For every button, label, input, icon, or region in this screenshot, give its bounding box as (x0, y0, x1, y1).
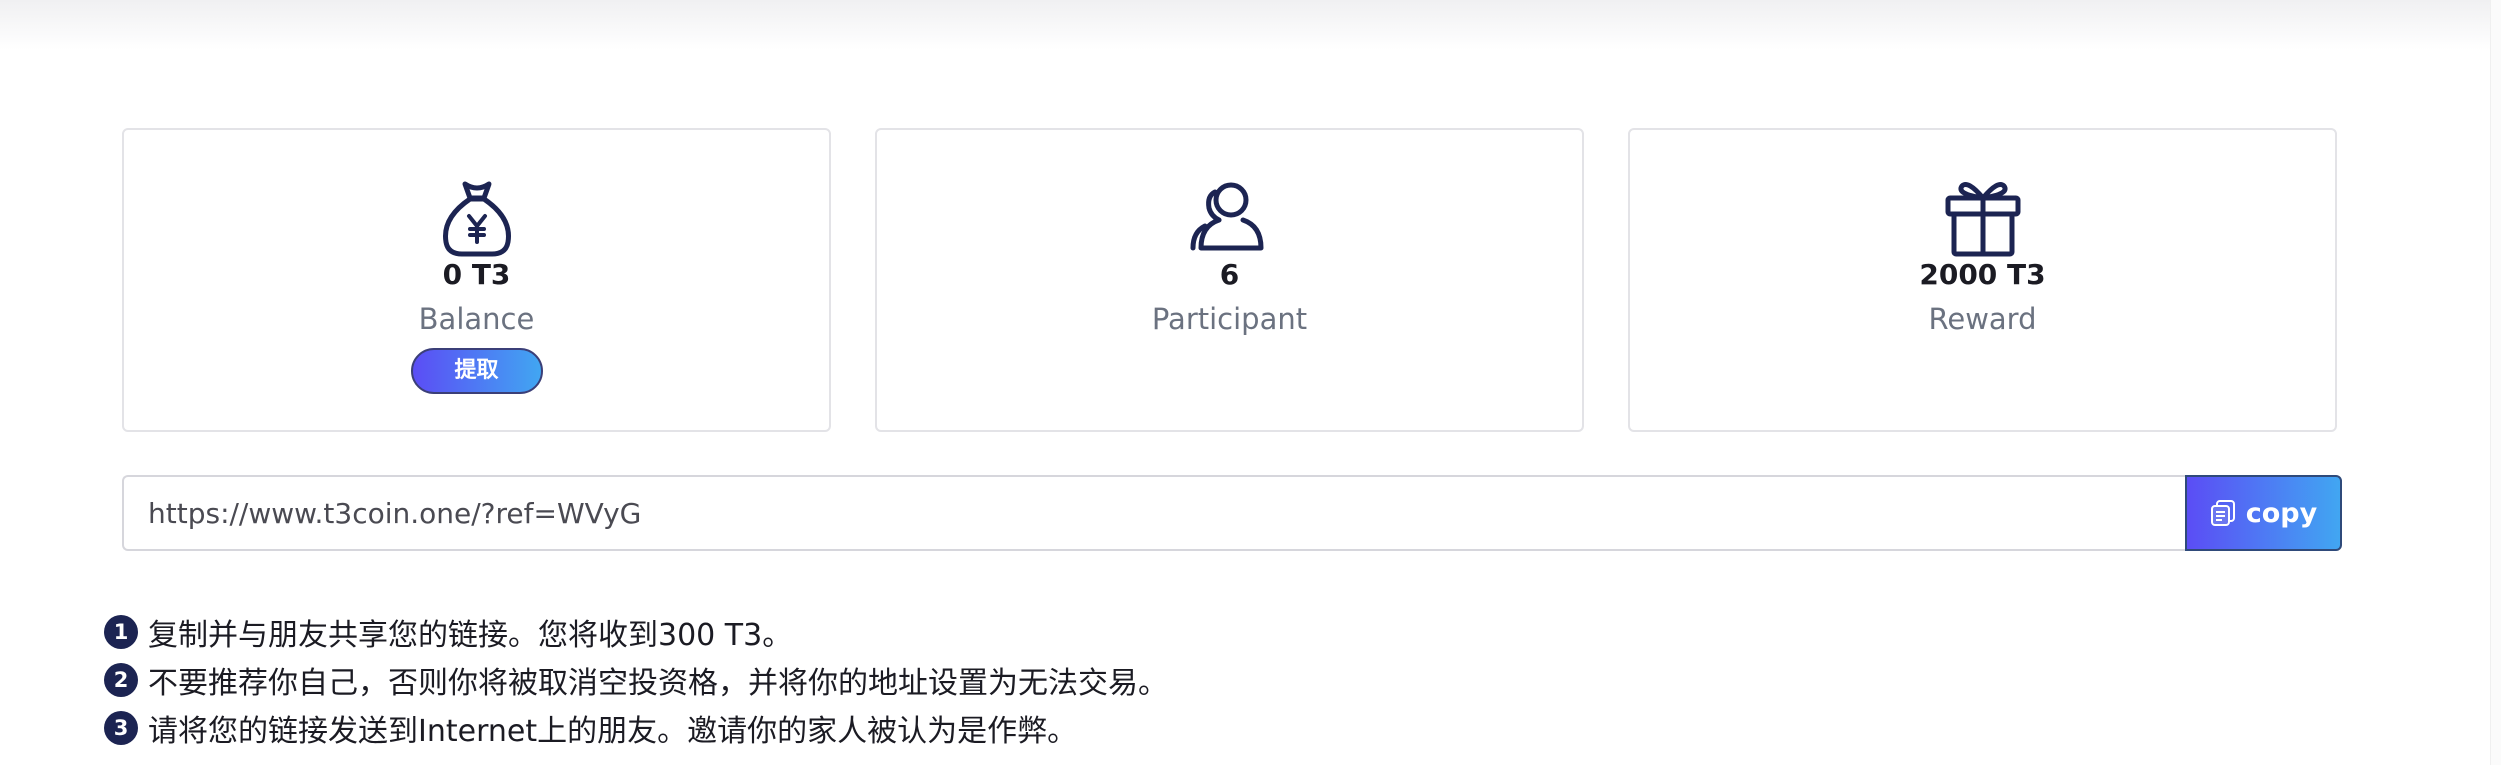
reward-card: 2000 T3 Reward (1628, 128, 2337, 432)
rule-number-badge: 2 (104, 663, 138, 697)
stats-cards: 0 T3 Balance 提取 6 Participant 2000 T3 Re… (122, 128, 2342, 434)
balance-value: 0 T3 (442, 258, 511, 291)
rule-text: 不要推荐你自己，否则你将被取消空投资格，并将你的地址设置为无法交易。 (148, 666, 1168, 701)
money-bag-yen-icon (432, 170, 522, 260)
rule-item: 2 不要推荐你自己，否则你将被取消空投资格，并将你的地址设置为无法交易。 (104, 656, 1168, 704)
balance-label: Balance (418, 302, 535, 336)
participant-label: Participant (1151, 302, 1308, 336)
rule-item: 3 请将您的链接发送到Internet上的朋友。邀请你的家人被认为是作弊。 (104, 704, 1168, 752)
balance-card: 0 T3 Balance 提取 (122, 128, 831, 432)
rule-text: 请将您的链接发送到Internet上的朋友。邀请你的家人被认为是作弊。 (148, 714, 1078, 749)
copy-label: copy (2245, 497, 2318, 529)
rule-text: 复制并与朋友共享您的链接。您将收到300 T3。 (148, 618, 793, 653)
reward-value: 2000 T3 (1919, 258, 2046, 291)
copy-button[interactable]: copy (2185, 475, 2342, 551)
reward-label: Reward (1928, 302, 2037, 336)
referral-rules: 1 复制并与朋友共享您的链接。您将收到300 T3。 2 不要推荐你自己，否则你… (104, 608, 1168, 752)
rule-number-badge: 1 (104, 615, 138, 649)
top-header-shadow (0, 0, 2501, 50)
withdraw-button[interactable]: 提取 (410, 348, 543, 394)
rule-item: 1 复制并与朋友共享您的链接。您将收到300 T3。 (104, 608, 1168, 656)
gift-icon (1938, 170, 2028, 260)
referral-link-input[interactable] (122, 475, 2186, 551)
rule-number-badge: 3 (104, 711, 138, 745)
referral-link-bar: copy (122, 475, 2342, 551)
scrollbar[interactable] (2490, 0, 2501, 765)
copy-icon (2210, 499, 2236, 527)
participant-card: 6 Participant (875, 128, 1584, 432)
participant-value: 6 (1219, 258, 1240, 291)
user-outline-icon (1185, 170, 1275, 260)
